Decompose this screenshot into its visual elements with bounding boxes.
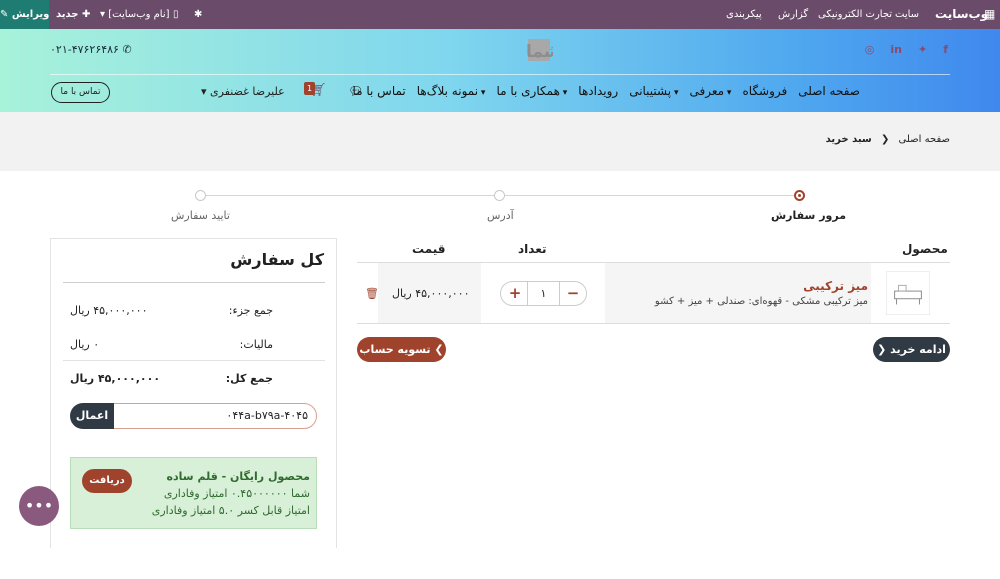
- new-label: جدید: [56, 9, 79, 20]
- total-value: ۴۵,۰۰۰,۰۰۰ ریال: [70, 372, 161, 385]
- cart-count-badge: 1: [304, 82, 315, 95]
- step-review[interactable]: مرور سفارش: [771, 209, 846, 222]
- apply-coupon-button[interactable]: اعمال: [70, 403, 114, 429]
- step-dot-review: [794, 190, 805, 201]
- instagram-icon[interactable]: ◎: [865, 43, 875, 56]
- header-divider: [50, 74, 950, 75]
- breadcrumb-home[interactable]: صفحه اصلی: [899, 134, 950, 145]
- admin-site-menu[interactable]: سایت: [895, 0, 919, 29]
- nav-item-about[interactable]: معرفی: [689, 84, 731, 98]
- admin-bar: ✎ ویرایش جدید ✚ ▾ [نام وب‌سایت] ▯ ✱ پیکر…: [0, 0, 1000, 29]
- phone-icon: ✆: [122, 43, 132, 56]
- column-header-quantity: تعداد: [518, 242, 547, 256]
- step-confirm[interactable]: تایید سفارش: [171, 209, 230, 222]
- step-dot-address: [494, 190, 505, 201]
- social-links: ◎ in ✦ f: [865, 43, 948, 56]
- coupon-code-input[interactable]: ۰۴۴a-b۷۹a-۴۰۴۵: [113, 403, 317, 429]
- table-row: [605, 263, 871, 323]
- phone-number[interactable]: ۰۲۱-۴۷۶۲۶۴۸۶ ✆: [50, 43, 132, 56]
- user-name: علیرضا غضنفری: [210, 85, 285, 98]
- reward-points-balance: شما ۰.۴۵۰۰۰۰۰۰ امتیاز وفاداری: [163, 487, 310, 500]
- order-summary-title: کل سفارش: [230, 250, 324, 269]
- subtotal-value: ۴۵,۰۰۰,۰۰۰ ریال: [70, 304, 148, 317]
- quantity-input[interactable]: ۱: [527, 281, 560, 306]
- table-row-divider: [357, 323, 950, 324]
- trash-icon[interactable]: 🗑︎: [365, 287, 379, 300]
- decrease-quantity-button[interactable]: −: [563, 283, 583, 303]
- step-address[interactable]: آدرس: [487, 209, 514, 222]
- continue-label: ادامه خرید: [890, 343, 946, 356]
- nav-item-contact[interactable]: تماس با ما: [352, 84, 405, 98]
- apps-grid-icon[interactable]: ▦: [984, 0, 995, 29]
- checkout-label: تسویه حساب: [359, 343, 431, 356]
- plus-icon: ✚: [82, 9, 91, 20]
- chevron-right-icon: ❯: [877, 343, 887, 356]
- phone-text: ۰۲۱-۴۷۶۲۶۴۸۶: [50, 43, 119, 56]
- main-nav: صفحه اصلی فروشگاه معرفی پشتیبانی رویداده…: [352, 84, 860, 98]
- tax-label: مالیات:: [239, 338, 273, 351]
- site-name-label: [نام وب‌سایت]: [108, 9, 170, 20]
- nav-item-events[interactable]: رویدادها: [578, 84, 618, 98]
- linkedin-icon[interactable]: in: [890, 43, 902, 56]
- chevron-left-icon: ❮: [880, 134, 890, 145]
- admin-website-title[interactable]: وب‌سایت: [935, 0, 988, 29]
- product-image[interactable]: [886, 271, 930, 315]
- increase-quantity-button[interactable]: +: [505, 283, 525, 303]
- admin-reports-menu[interactable]: گزارش: [778, 0, 808, 29]
- edit-button[interactable]: ✎ ویرایش: [0, 0, 49, 29]
- checkout-button[interactable]: تسویه حساب ❮: [357, 337, 446, 362]
- step-dot-confirm: [195, 190, 206, 201]
- chevron-down-icon: ▾: [100, 9, 106, 20]
- total-label: جمع کل:: [225, 372, 273, 385]
- live-chat-button[interactable]: •••: [19, 486, 59, 526]
- nav-item-careers[interactable]: همکاری با ما: [496, 84, 567, 98]
- reward-title: محصول رایگان - قلم ساده: [166, 470, 310, 483]
- breadcrumb: صفحه اصلی ❮ سبد خرید: [826, 134, 950, 145]
- summary-divider: [63, 282, 325, 283]
- nav-item-home[interactable]: صفحه اصلی: [798, 84, 860, 98]
- bug-icon[interactable]: ✱: [194, 0, 202, 29]
- reward-points-deductible: امتیاز قابل کسر ۵.۰ امتیاز وفاداری: [151, 504, 310, 517]
- contact-us-button[interactable]: تماس با ما: [51, 82, 110, 103]
- column-header-product: محصول: [902, 242, 948, 256]
- claim-reward-button[interactable]: دریافت: [82, 469, 132, 493]
- nav-item-blogs[interactable]: نمونه بلاگ‌ها: [417, 84, 486, 98]
- subtotal-label: جمع جزء:: [228, 304, 273, 317]
- column-header-price: قیمت: [412, 242, 446, 256]
- line-price: ۴۵,۰۰۰,۰۰۰ ریال: [392, 287, 470, 300]
- chat-bubble-icon: •••: [24, 496, 54, 515]
- facebook-icon[interactable]: f: [943, 43, 948, 56]
- new-button[interactable]: جدید ✚: [56, 0, 90, 29]
- chevron-left-icon: ❮: [434, 343, 444, 356]
- nav-item-support[interactable]: پشتیبانی: [629, 84, 678, 98]
- summary-divider: [63, 360, 325, 361]
- chevron-down-icon: ▾: [201, 85, 207, 98]
- continue-shopping-button[interactable]: ❯ ادامه خرید: [873, 337, 950, 362]
- tax-value: ۰ ریال: [70, 338, 100, 351]
- pencil-icon: ✎: [0, 9, 9, 20]
- site-logo[interactable]: لوگو شما: [448, 35, 553, 65]
- user-menu[interactable]: ▾ علیرضا غضنفری: [201, 85, 285, 98]
- mobile-preview-icon[interactable]: ▯: [173, 0, 179, 29]
- admin-ecommerce-menu[interactable]: تجارت الکترونیکی: [818, 0, 892, 29]
- logo-text: لوگو شما: [526, 41, 553, 62]
- twitter-icon[interactable]: ✦: [918, 43, 927, 56]
- site-name-dropdown[interactable]: ▾ [نام وب‌سایت]: [100, 0, 170, 29]
- admin-settings-menu[interactable]: پیکربندی: [726, 0, 762, 29]
- product-description: میز ترکیبی مشکی - قهوه‌ای: صندلی + میز +…: [654, 296, 868, 307]
- breadcrumb-current: سبد خرید: [825, 134, 872, 145]
- nav-item-shop[interactable]: فروشگاه: [742, 84, 787, 98]
- edit-label: ویرایش: [11, 9, 50, 20]
- product-name-link[interactable]: میز ترکیبی: [803, 279, 868, 293]
- site-header: ۰۲۱-۴۷۶۲۶۴۸۶ ✆ لوگو شما ◎ in ✦ f تماس با…: [0, 29, 1000, 112]
